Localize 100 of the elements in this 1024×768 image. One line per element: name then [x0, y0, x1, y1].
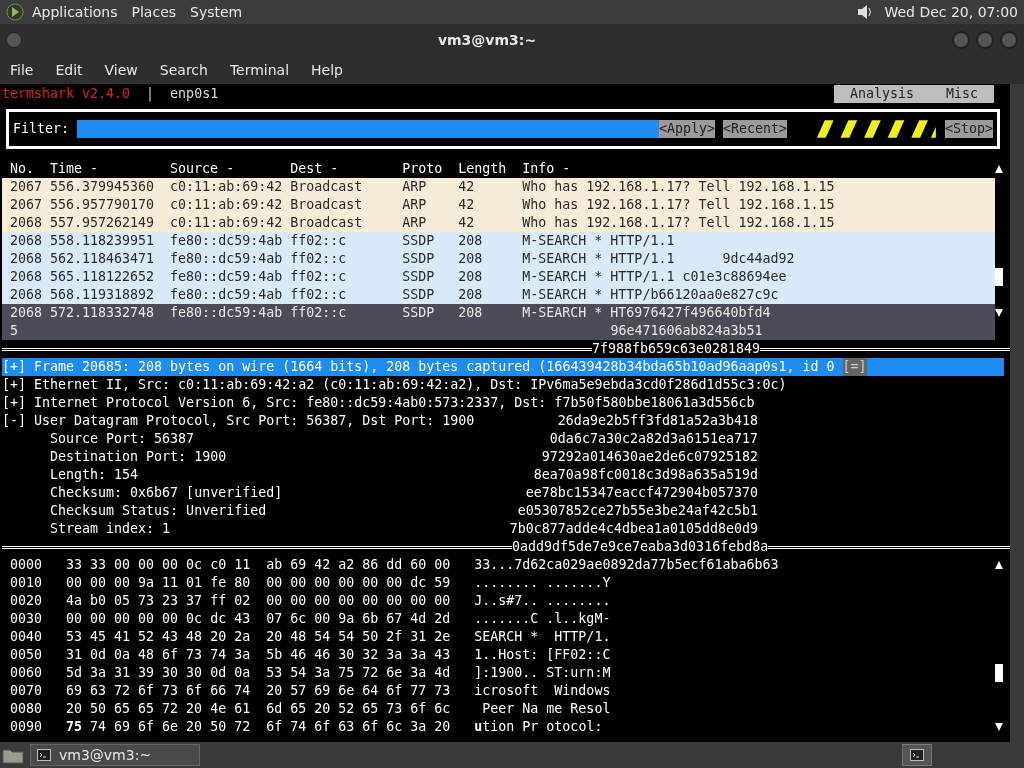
column-header[interactable]: Length — [458, 160, 523, 178]
detail-text: Checksum Status: Unverified — [49, 502, 267, 520]
table-cell-text: M-SEARCH * HTTP/b66120aa0e827c9c — [522, 286, 780, 304]
hex-ascii: Peer Na me Resol — [481, 700, 611, 718]
packet-row[interactable]: 2068 572.118332748 fe80::dc59:4ab ff02::c SSDP 208 M-SEARCH * HT6976427f496640bfd4 5 96e471606ab824a3b51 — [2, 304, 995, 340]
hex-ascii: SEARCH * HTTP/1. — [474, 628, 611, 646]
minimize-button[interactable] — [952, 31, 970, 49]
menu-item[interactable]: Edit — [55, 59, 83, 81]
table-cell-text: ARP — [402, 196, 428, 214]
table-cell-text: ff02::c — [290, 232, 348, 250]
panel-menu[interactable]: System — [190, 1, 243, 23]
clock[interactable]: Wed Dec 20, 07:00 — [884, 1, 1018, 23]
close-button[interactable] — [1000, 31, 1018, 49]
menu-item[interactable]: Terminal — [229, 59, 290, 81]
detail-row[interactable]: [+] Frame 20685: 208 bytes on wire (1664 bits), 208 bytes captured (166439428b34bda65b10ad96aap0s1, id 0 [=] — [2, 358, 1004, 376]
table-cell-text: SSDP — [402, 268, 436, 286]
menu-item[interactable]: File — [10, 59, 34, 81]
hex-ascii: ution Pr otocol: — [474, 718, 603, 736]
scrollbar-thumb[interactable] — [995, 268, 1003, 286]
maximize-button[interactable] — [976, 31, 994, 49]
detail-row[interactable]: Checksum: 0x6b67 [unverified] ee78bc15347eaccf472904b057370 — [2, 484, 1004, 502]
detail-text: Checksum: 0x6b67 [unverified] — [49, 484, 283, 502]
detail-row[interactable]: Source Port: 56387 0da6c7a30c2a82d3a6151ea717 — [2, 430, 1004, 448]
detail-row[interactable]: [-] User Datagram Protocol, Src Port: 56387, Dst Port: 1900 26da9e2b5ff3fd81a52a3b418 — [2, 412, 1004, 430]
hex-offset: 0000 — [10, 556, 44, 574]
scrollbar-thumb[interactable] — [995, 664, 1003, 682]
stop-button[interactable]: <Stop> — [944, 120, 993, 138]
table-cell-text: Broadcast — [290, 196, 364, 214]
column-header[interactable]: Dest - — [290, 160, 403, 178]
packet-row[interactable]: 2067 556.957790170 c0:11:ab:69:42 Broadcast ARP 42 Who has 192.168.1.17? Tell 192.168.1.15 — [2, 196, 995, 214]
packet-row[interactable]: 2068 568.119318892 fe80::dc59:4ab ff02::c SSDP 208 M-SEARCH * HTTP/b66120aa0e827c9c — [2, 286, 995, 304]
logo-icon[interactable] — [6, 3, 24, 21]
table-cell-text: ARP — [402, 214, 428, 232]
detail-row[interactable]: [+] Internet Protocol Version 6, Src: fe80::dc59:4ab0:573:2337, Dst: f7b50f580bbe18061a3d556cb — [2, 394, 1004, 412]
table-cell-text: fe80::dc59:4ab — [170, 250, 284, 268]
detail-row[interactable]: [+] Ethernet II, Src: c0:11:ab:69:42:a2 (c0:11:ab:69:42:a2), Dst: IPv6ma5e9ebda3cd0f286d1d55c3:0c) — [2, 376, 1004, 394]
menu-item[interactable]: View — [104, 59, 138, 81]
detail-note: 8ea70a98fc0018c3d98a635a519d — [533, 466, 758, 484]
table-cell-text: 42 — [458, 196, 476, 214]
scroll-down-icon[interactable] — [995, 309, 1003, 317]
packet-row[interactable]: 2068 565.118122652 fe80::dc59:4ab ff02::c SSDP 208 M-SEARCH * HTTP/1.1 c01e3c88694ee — [2, 268, 995, 286]
table-cell-text: 2067 — [10, 178, 44, 196]
filter-label: Filter: — [13, 120, 70, 138]
collapse-toggle[interactable]: [=] — [842, 358, 867, 376]
table-cell-text: 558.118239951 — [50, 232, 156, 250]
table-cell-text: Broadcast — [290, 178, 364, 196]
menu-item[interactable]: Search — [159, 59, 208, 81]
detail-row[interactable]: Destination Port: 1900 97292a014630ae2de6c07925182 — [2, 448, 1004, 466]
column-header[interactable]: Info - — [522, 160, 995, 178]
table-cell-text: Who has 192.168.1.17? Tell 192.168.1.15 — [522, 196, 836, 214]
table-cell-text: SSDP — [402, 232, 436, 250]
interface-name: enp0s1 — [170, 85, 219, 103]
table-cell-text: c0:11:ab:69:42 — [170, 214, 284, 232]
table-cell-text: ff02::c — [290, 304, 348, 322]
table-cell-text: 2068 — [10, 214, 44, 232]
panel-menu[interactable]: Places — [131, 1, 177, 23]
detail-text: [-] User Datagram Protocol, Src Port: 56387, Dst Port: 1900 — [2, 412, 475, 430]
filter-field[interactable] — [77, 120, 660, 138]
detail-text: Source Port: 56387 — [49, 430, 195, 448]
table-cell-text: 42 — [458, 178, 476, 196]
packet-row[interactable]: 2068 562.118463471 fe80::dc59:4ab ff02::c SSDP 208 M-SEARCH * HTTP/1.1 9dc44ad92 — [2, 250, 995, 268]
detail-row[interactable]: Length: 154 8ea70a98fc0018c3d98a635a519d — [2, 466, 1004, 484]
scroll-down-icon[interactable] — [995, 723, 1003, 731]
hex-offset: 0020 — [10, 592, 44, 610]
column-header[interactable]: No. — [10, 160, 50, 178]
hex-bytes: 00 00 00 9a 11 01 fe 80 00 00 00 00 00 00 dc 59 — [66, 574, 452, 592]
table-cell-text: 208 — [458, 286, 484, 304]
hex-ascii: icrosoft Windows — [474, 682, 611, 700]
packet-row[interactable]: 2068 558.118239951 fe80::dc59:4ab ff02::c SSDP 208 M-SEARCH * HTTP/1.1 — [2, 232, 995, 250]
column-header[interactable]: Proto — [402, 160, 459, 178]
hex-bytes: 33 33 00 00 00 0c c0 11 ab 69 42 a2 86 dd 60 00 — [66, 556, 452, 574]
terminal-icon — [910, 749, 924, 761]
window-menu-button[interactable] — [6, 32, 22, 48]
panel-menu[interactable]: Applications — [32, 1, 118, 23]
detail-text: [+] Frame 20685: 208 bytes on wire (1664 bits), 208 bytes captured (166439428b34bda65b10ad96aap0s1, id 0 — [2, 358, 835, 376]
detail-row[interactable]: Stream index: 1 7b0c877adde4c4dbea1a0105dd8e0d9 — [2, 520, 1004, 538]
filter-button[interactable]: <Recent> — [723, 120, 788, 138]
packet-row[interactable]: 2067 556.379945360 c0:11:ab:69:42 Broadcast ARP 42 Who has 192.168.1.17? Tell 192.168.1.15 — [2, 178, 995, 196]
hex-bytes: 00 00 00 00 00 0c dc 43 07 6c 00 9a 6b 67 4d 2d — [66, 610, 452, 628]
column-header[interactable]: Time - — [50, 160, 171, 178]
menu-tab[interactable]: Misc — [945, 85, 978, 103]
detail-row[interactable]: Checksum Status: Unverified e05307852ce27b55e3be24af42c5b1 — [2, 502, 1004, 520]
table-cell-text: fe80::dc59:4ab — [170, 268, 284, 286]
column-header[interactable]: Source - — [170, 160, 291, 178]
hex-offset: 0060 — [10, 664, 44, 682]
packet-row[interactable]: 2068 557.957262149 c0:11:ab:69:42 Broadcast ARP 42 Who has 192.168.1.17? Tell 192.168.1.15 — [2, 214, 995, 232]
table-cell-text: 2068 — [10, 286, 44, 304]
menu-tab[interactable]: Analysis — [849, 85, 914, 103]
menu-item[interactable]: Help — [311, 59, 343, 81]
hex-ascii: 1..Host: [FF02::C — [474, 646, 611, 664]
table-cell-text: 556.957790170 — [50, 196, 156, 214]
hex-offset: 0090 — [10, 718, 44, 736]
scroll-up-icon[interactable] — [995, 561, 1003, 569]
show-desktop-button[interactable] — [902, 744, 932, 766]
detail-text: Length: 154 — [49, 466, 139, 484]
taskbar-window-button[interactable]: vm3@vm3:~ — [30, 744, 200, 766]
hex-ascii: .......C .l..kgM- — [474, 610, 611, 628]
folder-icon[interactable] — [2, 746, 24, 764]
filter-button[interactable]: <Apply> — [659, 120, 716, 138]
scroll-up-icon[interactable] — [995, 165, 1003, 173]
